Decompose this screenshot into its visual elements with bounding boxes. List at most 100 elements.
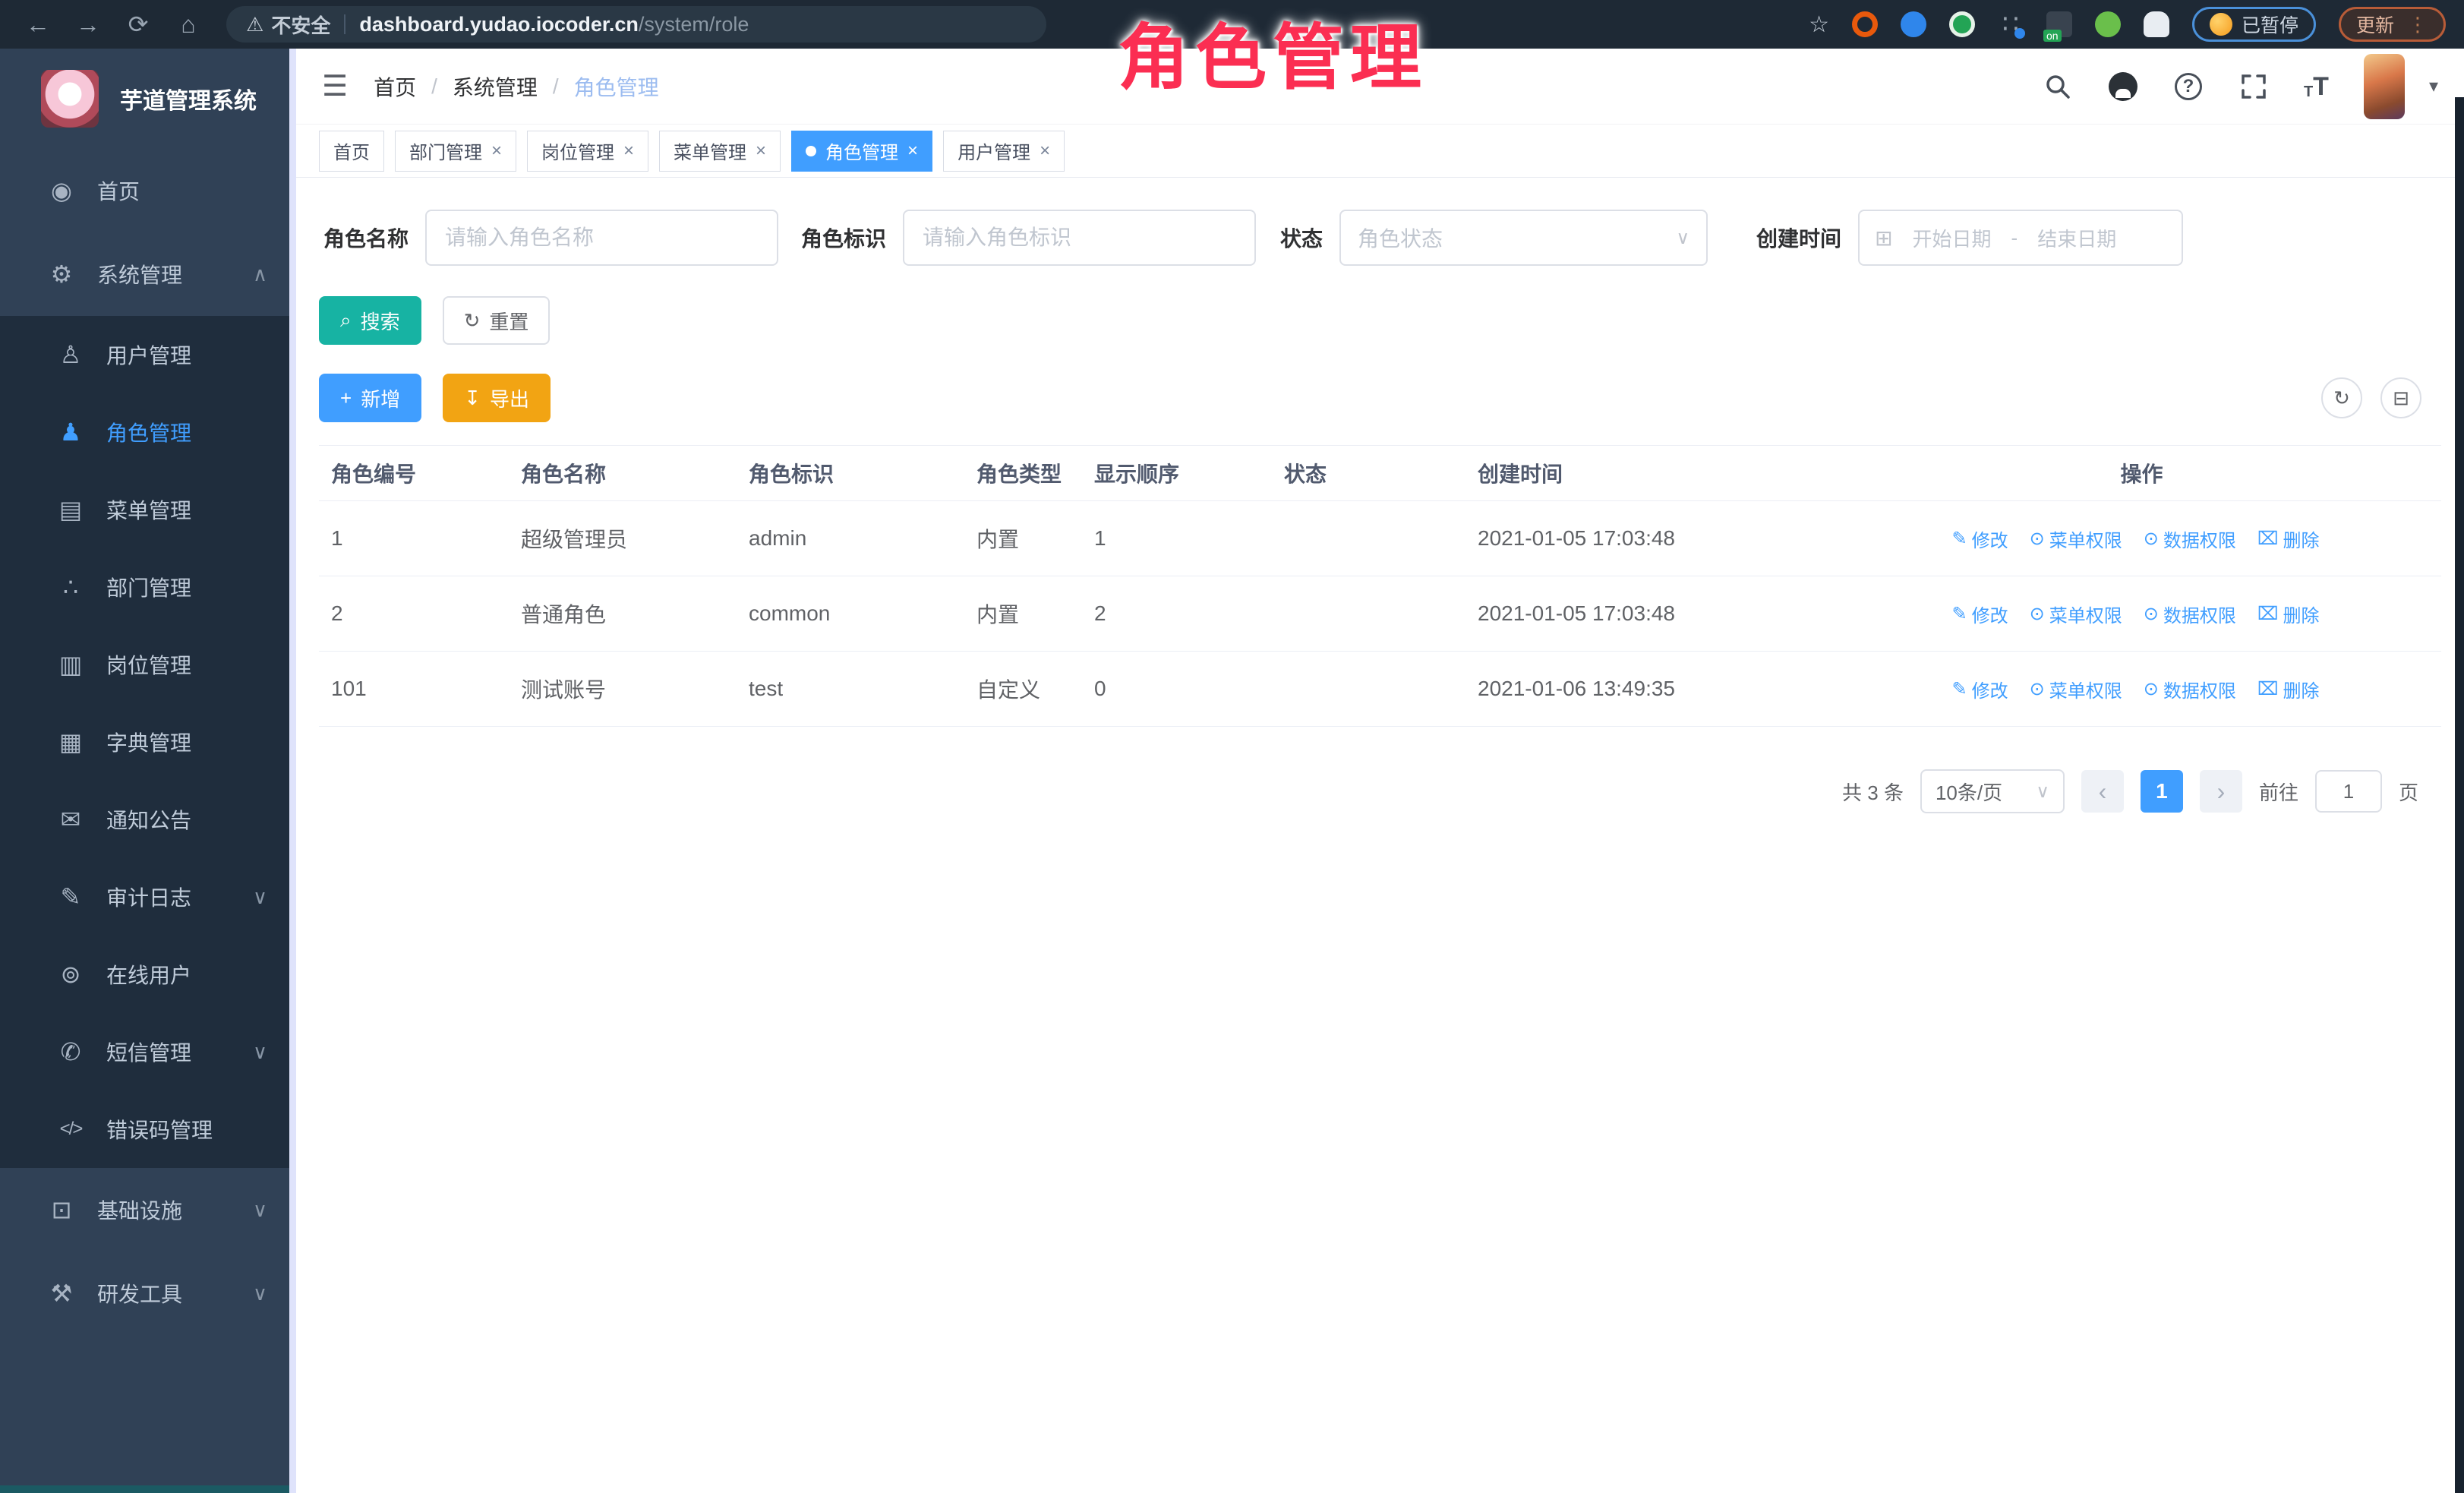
- hamburger-icon[interactable]: ☰: [322, 69, 348, 103]
- chevron-up-icon: ∧: [253, 263, 267, 286]
- edit-icon: ✎: [1952, 528, 1967, 550]
- extension-icon[interactable]: [1949, 11, 1975, 37]
- sidebar-item-label: 首页: [97, 175, 140, 206]
- next-page-button[interactable]: ›: [2200, 770, 2242, 813]
- extension-icon[interactable]: ∷: [1998, 11, 2024, 37]
- role-name-input[interactable]: [425, 210, 778, 266]
- sms-icon: ✆: [55, 1037, 87, 1066]
- browser-forward-icon[interactable]: →: [68, 11, 108, 39]
- extension-icon[interactable]: [2095, 11, 2121, 37]
- tag-user[interactable]: 用户管理 ×: [943, 131, 1065, 172]
- close-icon[interactable]: ×: [1040, 140, 1050, 162]
- browser-reload-icon[interactable]: ⟳: [118, 10, 158, 39]
- page-size-select[interactable]: 10条/页 ∨: [1920, 769, 2065, 813]
- download-icon: ↧: [464, 387, 481, 410]
- sidebar-item-notice[interactable]: ✉ 通知公告: [0, 781, 296, 858]
- refresh-button[interactable]: ↻: [2321, 377, 2362, 418]
- sidebar-item-home[interactable]: ◉ 首页: [0, 149, 296, 232]
- avatar[interactable]: [2364, 54, 2405, 119]
- breadcrumb-home[interactable]: 首页: [374, 71, 416, 102]
- extension-icon[interactable]: [2046, 11, 2072, 37]
- browser-menu-icon[interactable]: ⋮: [2408, 13, 2428, 36]
- cell-role-id: 2: [319, 601, 509, 626]
- reset-button[interactable]: ↻ 重置: [443, 296, 551, 345]
- column-settings-button[interactable]: ⊟: [2380, 377, 2421, 418]
- col-header-key: 角色标识: [737, 458, 964, 488]
- tag-role-active[interactable]: 角色管理 ×: [791, 131, 932, 172]
- sidebar-item-online-users[interactable]: ⊚ 在线用户: [0, 936, 296, 1013]
- close-icon[interactable]: ×: [491, 140, 502, 162]
- tag-menu[interactable]: 菜单管理 ×: [659, 131, 781, 172]
- browser-home-icon[interactable]: ⌂: [169, 11, 208, 39]
- sidebar-item-dict[interactable]: ▦ 字典管理: [0, 703, 296, 781]
- sidebar-item-audit-log[interactable]: ✎ 审计日志 ∨: [0, 858, 296, 936]
- edit-link[interactable]: ✎修改: [1952, 601, 2008, 627]
- data-perm-link[interactable]: ⊙数据权限: [2144, 526, 2236, 552]
- close-icon[interactable]: ×: [623, 140, 634, 162]
- avatar-caret-icon[interactable]: ▾: [2429, 75, 2438, 97]
- menu-perm-link[interactable]: ⊙菜单权限: [2030, 676, 2122, 702]
- date-range-picker[interactable]: ⊞ 开始日期 - 结束日期: [1858, 210, 2183, 266]
- search-button-label: 搜索: [361, 307, 400, 335]
- paused-badge[interactable]: 已暂停: [2192, 7, 2316, 42]
- delete-link[interactable]: ⌧删除: [2257, 601, 2320, 627]
- delete-link[interactable]: ⌧删除: [2257, 676, 2320, 702]
- app-logo-row[interactable]: 芋道管理系统: [0, 49, 296, 149]
- extension-icon[interactable]: [1852, 11, 1878, 37]
- circle-check-icon: ⊙: [2030, 603, 2045, 625]
- update-button[interactable]: 更新 ⋮: [2339, 7, 2446, 42]
- cell-created-time: 2021-01-05 17:03:48: [1465, 526, 1830, 551]
- data-perm-link[interactable]: ⊙数据权限: [2144, 601, 2236, 627]
- goto-page-input[interactable]: [2315, 770, 2382, 813]
- sidebar-item-users[interactable]: ♙ 用户管理: [0, 316, 296, 393]
- breadcrumb-system[interactable]: 系统管理: [453, 71, 538, 102]
- sidebar-item-infra[interactable]: ⊡ 基础设施 ∨: [0, 1168, 296, 1252]
- close-icon[interactable]: ×: [907, 140, 918, 162]
- dashboard-icon: ◉: [46, 176, 77, 205]
- menu-perm-link[interactable]: ⊙菜单权限: [2030, 526, 2122, 552]
- delete-link[interactable]: ⌧删除: [2257, 526, 2320, 552]
- status-select[interactable]: 角色状态 ∨: [1339, 210, 1708, 266]
- edit-link[interactable]: ✎修改: [1952, 676, 2008, 702]
- sidebar-item-label: 系统管理: [97, 259, 182, 289]
- address-bar[interactable]: ⚠ 不安全 dashboard.yudao.iocoder.cn /system…: [226, 6, 1046, 43]
- current-page[interactable]: 1: [2141, 770, 2183, 813]
- bookmark-star-icon[interactable]: ☆: [1809, 11, 1829, 38]
- sidebar-item-error-codes[interactable]: </> 错误码管理: [0, 1091, 296, 1168]
- sidebar-item-roles[interactable]: ♟ 角色管理: [0, 393, 296, 471]
- chevron-down-icon: ∨: [253, 1040, 267, 1064]
- extension-icon[interactable]: [2144, 11, 2169, 37]
- cell-role-key: common: [737, 601, 964, 626]
- page-scrollbar[interactable]: [2455, 97, 2464, 1493]
- add-button[interactable]: + 新增: [319, 374, 421, 422]
- edit-link[interactable]: ✎修改: [1952, 526, 2008, 552]
- tag-dept[interactable]: 部门管理 ×: [395, 131, 516, 172]
- tool-icon: ⚒: [46, 1279, 77, 1308]
- menu-perm-link[interactable]: ⊙菜单权限: [2030, 601, 2122, 627]
- sidebar-item-label: 部门管理: [106, 572, 191, 602]
- github-icon[interactable]: [2108, 71, 2138, 102]
- fullscreen-icon[interactable]: [2238, 71, 2269, 102]
- tag-post[interactable]: 岗位管理 ×: [527, 131, 648, 172]
- cell-role-name: 超级管理员: [509, 523, 737, 554]
- data-perm-link[interactable]: ⊙数据权限: [2144, 676, 2236, 702]
- export-button[interactable]: ↧ 导出: [443, 374, 551, 422]
- close-icon[interactable]: ×: [756, 140, 766, 162]
- sidebar-item-system[interactable]: ⚙ 系统管理 ∧: [0, 232, 296, 316]
- sidebar-item-dev-tools[interactable]: ⚒ 研发工具 ∨: [0, 1252, 296, 1335]
- search-icon[interactable]: [2043, 71, 2073, 102]
- extension-icon[interactable]: [1901, 11, 1926, 37]
- sidebar-scrollbar[interactable]: [289, 49, 296, 1493]
- sidebar-item-depts[interactable]: ∴ 部门管理: [0, 548, 296, 626]
- sidebar-item-sms[interactable]: ✆ 短信管理 ∨: [0, 1013, 296, 1091]
- search-button[interactable]: ⌕ 搜索: [319, 296, 421, 345]
- sidebar-item-label: 审计日志: [106, 882, 191, 912]
- help-icon[interactable]: ?: [2173, 71, 2204, 102]
- tag-home[interactable]: 首页: [319, 131, 384, 172]
- sidebar-item-menus[interactable]: ▤ 菜单管理: [0, 471, 296, 548]
- role-key-input[interactable]: [903, 210, 1256, 266]
- prev-page-button[interactable]: ‹: [2081, 770, 2124, 813]
- sidebar-item-posts[interactable]: ▥ 岗位管理: [0, 626, 296, 703]
- browser-back-icon[interactable]: ←: [18, 11, 58, 39]
- font-size-icon[interactable]: TT: [2304, 74, 2329, 99]
